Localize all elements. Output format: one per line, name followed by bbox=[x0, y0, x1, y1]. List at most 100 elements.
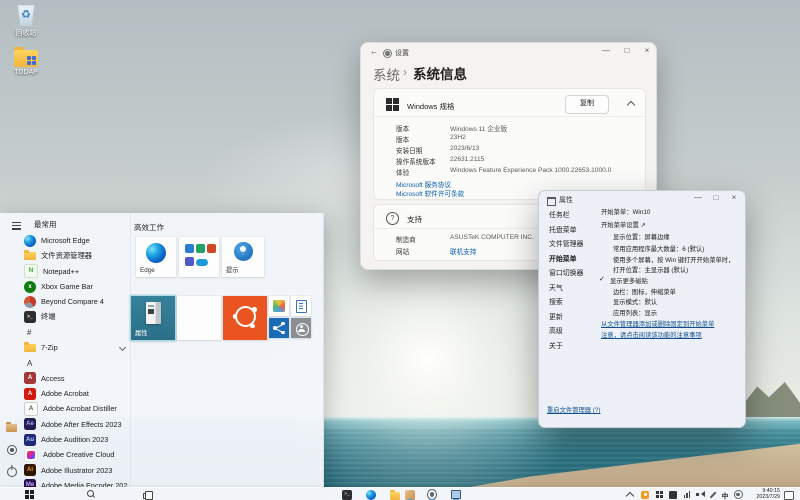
tile-edge[interactable]: Edge bbox=[136, 237, 176, 277]
notification-button[interactable] bbox=[784, 490, 794, 500]
taskbar-properties[interactable] bbox=[451, 489, 461, 500]
position-line[interactable]: 显示位置：屏幕边缘 bbox=[613, 232, 670, 241]
tile-blank[interactable] bbox=[177, 296, 221, 340]
license-terms-link[interactable]: Microsoft 软件许可条款 bbox=[396, 188, 464, 198]
menu-weather[interactable]: 天气 bbox=[549, 282, 583, 297]
tray-app-dark[interactable] bbox=[668, 490, 678, 500]
tray-network[interactable] bbox=[682, 490, 692, 500]
taskbar-terminal[interactable]: >_ bbox=[342, 489, 352, 500]
tray-pen[interactable] bbox=[708, 490, 718, 500]
7zip-folder-icon bbox=[24, 341, 36, 354]
start-style-line[interactable]: 开始菜单：Win10 bbox=[601, 207, 650, 216]
app-item-file-explorer[interactable]: 文件资源管理器 bbox=[24, 248, 128, 263]
start-button[interactable] bbox=[24, 490, 34, 500]
copy-button[interactable]: 复制 bbox=[565, 95, 609, 114]
app-item-edge[interactable]: Microsoft Edge bbox=[24, 233, 128, 248]
clock-date: 2023/7/29 bbox=[756, 493, 780, 500]
tile-pc-properties[interactable]: 属性 bbox=[131, 296, 175, 340]
app-item-xbox-game-bar[interactable]: x Xbox Game Bar bbox=[24, 279, 128, 294]
minimize-button[interactable]: — bbox=[599, 46, 613, 55]
app-item-beyond-compare[interactable]: Beyond Compare 4 bbox=[24, 294, 128, 309]
collapse-chevron-icon[interactable] bbox=[626, 100, 636, 110]
tray-expand[interactable] bbox=[625, 490, 635, 500]
breadcrumb-system[interactable]: 系统 bbox=[373, 64, 400, 84]
app-item-after-effects[interactable]: Ae Adobe After Effects 2023 bbox=[24, 417, 128, 432]
maximize-button[interactable]: □ bbox=[620, 46, 634, 55]
powerpoint-icon bbox=[207, 244, 216, 253]
settings-rail-gear-icon[interactable] bbox=[7, 445, 17, 455]
tile-share[interactable] bbox=[269, 318, 289, 338]
menu-search[interactable]: 搜索 bbox=[549, 296, 583, 311]
tile-tips[interactable]: 提示 bbox=[222, 237, 264, 277]
folder-shortcut[interactable]: TDDAP bbox=[2, 47, 50, 76]
windows-logo-icon bbox=[386, 98, 399, 111]
menu-updates[interactable]: 更新 bbox=[549, 311, 583, 326]
pin-items-link[interactable]: 从文件管理器添加或删除固定到开始菜单 bbox=[601, 319, 714, 328]
show-more-tiles-checkbox[interactable]: 显示更多磁贴 bbox=[610, 276, 648, 285]
display-mode-line[interactable]: 显示模式：默认 bbox=[613, 297, 657, 306]
restart-explorer-link[interactable]: 重启文件管理器 (?) bbox=[547, 405, 601, 414]
documents-rail-icon[interactable] bbox=[6, 422, 17, 432]
sidebar-line[interactable]: 边栏：图标，伸缩菜单 bbox=[613, 287, 676, 296]
check-icon[interactable]: ✓ bbox=[599, 275, 605, 283]
app-item-distiller[interactable]: A Adobe Acrobat Distiller bbox=[24, 401, 128, 416]
hamburger-menu-icon[interactable] bbox=[12, 222, 21, 231]
tile-document[interactable] bbox=[291, 296, 311, 316]
taskbar-app[interactable] bbox=[405, 489, 415, 500]
chevron-down-icon[interactable] bbox=[118, 344, 127, 352]
menu-window-switcher[interactable]: 窗口切换器 bbox=[549, 267, 583, 282]
taskbar-edge[interactable] bbox=[366, 489, 376, 500]
menu-file-manager[interactable]: 文件管理器 bbox=[549, 238, 583, 253]
app-item-media-encoder[interactable]: Me Adobe Media Encoder 2023 bbox=[24, 478, 128, 487]
tray-app-grid[interactable] bbox=[654, 490, 664, 500]
back-arrow-icon[interactable]: ← bbox=[370, 47, 378, 56]
access-icon: A bbox=[24, 372, 36, 385]
recycle-bin-shortcut[interactable]: ♻ 回收站 bbox=[2, 4, 50, 38]
menu-tray[interactable]: 托盘菜单 bbox=[549, 224, 583, 239]
app-item-access[interactable]: A Access bbox=[24, 371, 128, 386]
app-item-audition[interactable]: Au Adobe Audition 2023 bbox=[24, 432, 128, 447]
tile-photos[interactable] bbox=[269, 296, 289, 316]
section-header-a[interactable]: A bbox=[24, 355, 128, 370]
close-button[interactable]: × bbox=[640, 46, 654, 55]
max-apps-line[interactable]: 常用应用程序最大数量：6 (默认) bbox=[613, 244, 704, 253]
app-item-creative-cloud[interactable]: Adobe Creative Cloud bbox=[24, 447, 128, 462]
tray-app-orange[interactable] bbox=[640, 490, 650, 500]
tile-ubuntu[interactable] bbox=[223, 296, 267, 340]
taskbar-clock[interactable]: 9:40:15 2023/7/29 bbox=[744, 488, 780, 500]
minimize-button[interactable]: — bbox=[691, 193, 705, 202]
audition-icon: Au bbox=[24, 433, 36, 446]
power-rail-icon[interactable] bbox=[7, 467, 17, 477]
maximize-button[interactable]: □ bbox=[709, 193, 723, 202]
menu-about[interactable]: 关于 bbox=[549, 340, 583, 355]
folder-label: TDDAP bbox=[14, 69, 38, 76]
app-item-notepadpp[interactable]: N Notepad++ bbox=[24, 264, 128, 279]
breadcrumb-separator: › bbox=[403, 64, 407, 79]
app-item-illustrator[interactable]: Ai Adobe Illustrator 2023 bbox=[24, 462, 128, 477]
app-list-line[interactable]: 应用列表：显示 bbox=[613, 308, 657, 317]
help-icon: ? bbox=[386, 212, 399, 225]
menu-taskbar[interactable]: 任务栏 bbox=[549, 209, 583, 224]
app-item-terminal[interactable]: >_ 终端 bbox=[24, 309, 128, 324]
close-button[interactable]: × bbox=[727, 193, 741, 202]
start-settings-link[interactable]: 开始菜单设置 ↗ bbox=[601, 220, 646, 229]
tray-volume[interactable] bbox=[695, 490, 705, 500]
taskbar-file-explorer[interactable] bbox=[390, 489, 400, 500]
taskbar-settings[interactable] bbox=[427, 489, 437, 500]
app-item-7zip[interactable]: 7-Zip bbox=[24, 340, 128, 355]
after-effects-icon: Ae bbox=[24, 418, 36, 431]
multimonitor-line-2[interactable]: 打开位置：主显示器 (默认) bbox=[613, 265, 688, 274]
online-support-link[interactable]: 联机支持 bbox=[450, 246, 476, 256]
menu-start-menu[interactable]: 开始菜单 bbox=[549, 253, 583, 268]
section-header-hash[interactable]: # bbox=[24, 325, 128, 340]
note-link[interactable]: 注意，请点击阅读该功能的注意事项 bbox=[601, 330, 702, 339]
menu-advanced[interactable]: 高级 bbox=[549, 325, 583, 340]
tile-microsoft-365[interactable] bbox=[179, 237, 219, 277]
task-view-button[interactable] bbox=[142, 490, 153, 500]
tile-account[interactable] bbox=[291, 318, 311, 338]
app-item-acrobat[interactable]: A Adobe Acrobat bbox=[24, 386, 128, 401]
ime-indicator[interactable]: 中 bbox=[720, 490, 730, 500]
document-icon bbox=[296, 300, 307, 313]
tray-settings[interactable] bbox=[733, 490, 743, 500]
search-button[interactable] bbox=[86, 490, 96, 500]
